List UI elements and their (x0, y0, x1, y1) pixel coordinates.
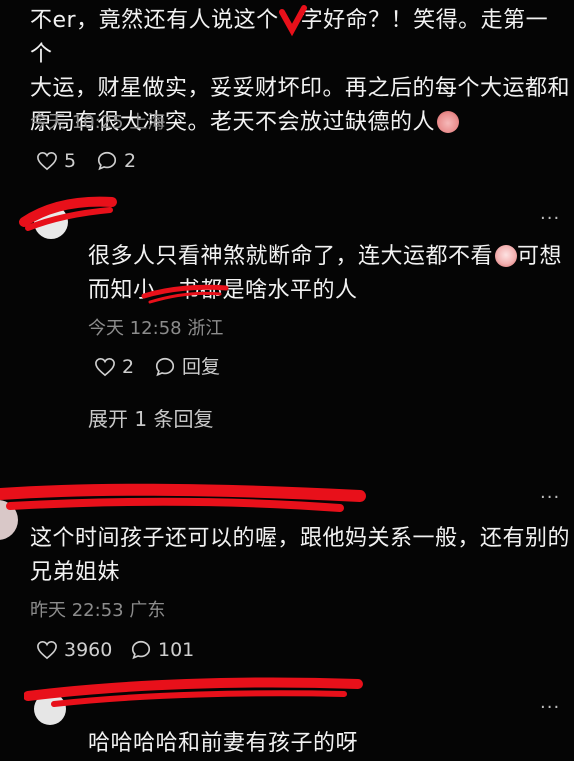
heart-icon (37, 151, 57, 171)
more-options-icon[interactable]: ··· (540, 489, 560, 507)
reply-label: 回复 (182, 356, 221, 378)
avatar[interactable] (34, 693, 66, 725)
redaction-mark (24, 677, 363, 707)
comment-bubble-icon (131, 640, 151, 660)
comment-thread: 不er，竟然还有人说这个 字好命？！笑得。走第一个 大运，财星做实，妥妥财坏印。再… (0, 0, 574, 761)
comment-meta: 昨天 22:53 广东 (30, 600, 165, 622)
more-options-icon[interactable]: ··· (540, 210, 560, 228)
comment-location: 浙江 (187, 318, 224, 339)
comment-time: 今天 12:58 (88, 318, 182, 339)
comment-line: 这个时间孩子还可以的喔，跟他妈关系一般，还有别的 (30, 526, 571, 551)
comment-meta: 今天 12:58 浙江 (88, 318, 223, 340)
reply-button[interactable]: 2 (96, 150, 136, 172)
more-options-icon[interactable]: ··· (540, 699, 560, 717)
comment-line: 不er，竟然还有人说这个 字好命？！笑得。走第一个 (30, 8, 549, 67)
comment-bubble-icon (155, 357, 175, 377)
reply-count: 101 (158, 639, 195, 661)
comment-meta: 今天 10:25 上海 (30, 112, 165, 134)
peach-face-icon (437, 111, 460, 133)
redaction-mark (19, 196, 117, 231)
redaction-mark (0, 483, 366, 512)
avatar[interactable] (0, 500, 18, 540)
like-count: 2 (122, 356, 135, 378)
comment-location: 广东 (129, 600, 166, 621)
comment-body: 哈哈哈哈和前妻有孩子的呀 (88, 727, 568, 761)
avatar[interactable] (34, 205, 68, 239)
reply-count: 2 (124, 150, 137, 172)
comment-line: 很多人只看神煞就断命了，连大运都不看 可想 (88, 244, 563, 269)
heart-icon (37, 640, 57, 660)
like-button[interactable]: 2 (94, 356, 134, 378)
comment-time: 今天 10:25 (30, 112, 124, 133)
like-count: 5 (64, 150, 77, 172)
comment-bubble-icon (97, 151, 117, 171)
like-button[interactable]: 3960 (36, 639, 112, 661)
comment-line: 哈哈哈哈和前妻有孩子的呀 (88, 731, 359, 756)
crying-face-icon (495, 245, 518, 267)
comment-location: 上海 (129, 112, 166, 133)
comment-time: 昨天 22:53 (30, 600, 124, 621)
expand-replies-link[interactable]: 展开 1 条回复 (88, 407, 213, 431)
like-button[interactable]: 5 (36, 150, 76, 172)
comment-body: 很多人只看神煞就断命了，连大运都不看 可想 而知小 书都是啥水平的人 (88, 240, 568, 308)
comment-line: 兄弟姐妹 (30, 560, 121, 585)
heart-icon (95, 357, 115, 377)
comment-body: 这个时间孩子还可以的喔，跟他妈关系一般，还有别的 兄弟姐妹 (30, 522, 570, 590)
comment-line: 大运，财星做实，妥妥财坏印。再之后的每个大运都和 (30, 76, 571, 101)
comment-line: 而知小 书都是啥水平的人 (88, 278, 358, 303)
like-count: 3960 (64, 639, 113, 661)
reply-button[interactable]: 101 (130, 639, 194, 661)
reply-button[interactable]: 回复 (154, 356, 220, 378)
